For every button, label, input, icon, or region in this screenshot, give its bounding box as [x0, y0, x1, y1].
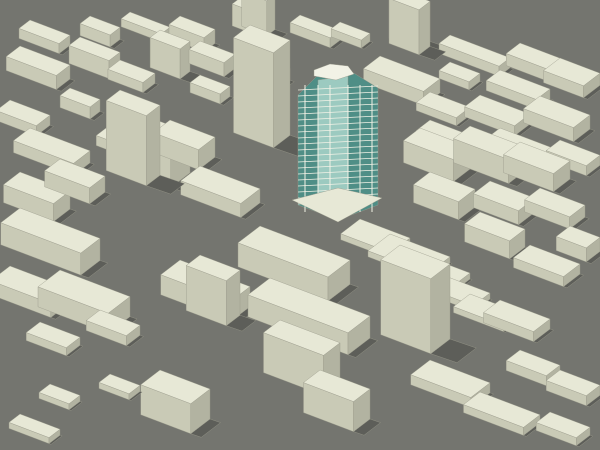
building-wall	[146, 104, 161, 187]
building-wall	[430, 263, 451, 355]
glass-tower	[291, 63, 383, 223]
building-wall	[273, 39, 291, 149]
building-wall	[266, 0, 276, 37]
building-wall	[418, 0, 431, 56]
building-wall	[233, 37, 274, 149]
city-3d-render	[0, 0, 600, 450]
